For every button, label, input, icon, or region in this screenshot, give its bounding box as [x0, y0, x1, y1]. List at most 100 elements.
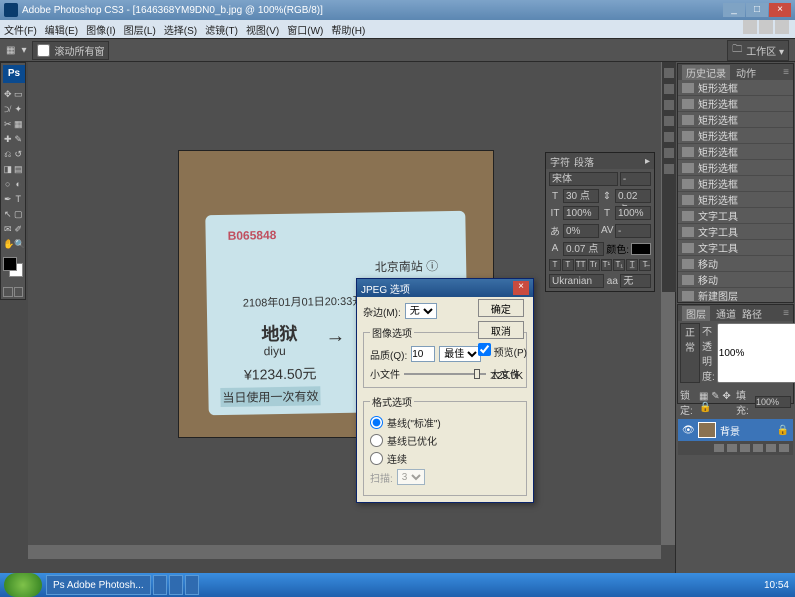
history-item[interactable]: 文字工具: [678, 224, 793, 240]
visibility-icon[interactable]: 👁: [682, 425, 694, 436]
tab-character[interactable]: 字符: [550, 154, 570, 169]
fg-color[interactable]: [3, 257, 17, 271]
type-tool[interactable]: T: [14, 192, 24, 206]
super-button[interactable]: T¹: [601, 259, 613, 271]
history-brush-tool[interactable]: ↺: [14, 147, 24, 161]
tool-preset-icon[interactable]: ▦: [6, 45, 15, 56]
system-tray[interactable]: 10:54: [758, 580, 795, 591]
font-style-field[interactable]: -: [620, 172, 651, 186]
eyedropper-tool[interactable]: ✐: [14, 222, 24, 236]
lasso-tool[interactable]: ⟉: [3, 102, 13, 116]
heal-tool[interactable]: ✚: [3, 132, 13, 146]
taskbar-item[interactable]: [185, 575, 199, 595]
doc-max-button[interactable]: [759, 20, 773, 34]
close-button[interactable]: ×: [769, 3, 791, 17]
pen-tool[interactable]: ✒: [3, 192, 13, 206]
dock-icon[interactable]: [664, 100, 674, 110]
lang-field[interactable]: Ukranian: [549, 274, 604, 288]
stamp-tool[interactable]: ⎌: [3, 147, 13, 161]
history-item[interactable]: 矩形选框: [678, 128, 793, 144]
history-item[interactable]: 矩形选框: [678, 80, 793, 96]
hand-tool[interactable]: ✋: [3, 237, 13, 251]
panel-menu-icon[interactable]: ≡: [783, 67, 789, 78]
dock-icon[interactable]: [664, 132, 674, 142]
progressive-radio[interactable]: [370, 452, 383, 465]
quality-slider[interactable]: [404, 373, 486, 375]
history-item[interactable]: 文字工具: [678, 240, 793, 256]
baseline-standard-radio[interactable]: [370, 416, 383, 429]
quality-preset-select[interactable]: 最佳: [439, 346, 481, 362]
menu-edit[interactable]: 编辑(E): [45, 22, 78, 37]
font-size-field[interactable]: 30 点: [563, 189, 599, 203]
text-color-swatch[interactable]: [631, 243, 651, 255]
layer-thumb[interactable]: [698, 422, 716, 438]
jpeg-options-dialog[interactable]: JPEG 选项× 确定 取消 预览(P) 杂边(M):无 图像选项 品质(Q):…: [356, 278, 534, 503]
history-item[interactable]: 移动: [678, 272, 793, 288]
dock-icon[interactable]: [664, 116, 674, 126]
history-item[interactable]: 矩形选框: [678, 192, 793, 208]
panel-menu-icon[interactable]: ▸: [645, 156, 650, 167]
quality-input[interactable]: [411, 346, 435, 362]
history-item[interactable]: 新建图层: [678, 288, 793, 303]
slider-thumb[interactable]: [474, 369, 480, 379]
baseline-shift-field[interactable]: 0.07 点: [563, 242, 604, 256]
menu-file[interactable]: 文件(F): [4, 22, 37, 37]
menu-view[interactable]: 视图(V): [246, 22, 279, 37]
strike-button[interactable]: T̶: [639, 259, 651, 271]
quick-mask[interactable]: [3, 287, 23, 297]
taskbar-item[interactable]: Ps Adobe Photosh...: [46, 575, 151, 595]
ok-button[interactable]: 确定: [478, 299, 524, 317]
menu-help[interactable]: 帮助(H): [331, 22, 365, 37]
color-swatch[interactable]: [3, 257, 23, 283]
go-bridge-icon[interactable]: 🗀: [732, 42, 742, 59]
menu-image[interactable]: 图像(I): [86, 22, 115, 37]
history-item[interactable]: 矩形选框: [678, 96, 793, 112]
brush-tool[interactable]: ✎: [14, 132, 24, 146]
trash-button[interactable]: [779, 444, 789, 452]
opacity-input[interactable]: [717, 323, 795, 383]
doc-close-button[interactable]: [775, 20, 789, 34]
matte-select[interactable]: 无: [405, 303, 437, 319]
tab-paragraph[interactable]: 段落: [574, 154, 594, 169]
history-item[interactable]: 矩形选框: [678, 112, 793, 128]
dialog-close-button[interactable]: ×: [513, 281, 529, 295]
doc-min-button[interactable]: [743, 20, 757, 34]
menu-select[interactable]: 选择(S): [164, 22, 197, 37]
dock-icon[interactable]: [664, 164, 674, 174]
dock-icon[interactable]: [664, 68, 674, 78]
workspace-switcher[interactable]: 🗀工作区 ▾: [727, 40, 789, 61]
tab-layers[interactable]: 图层: [682, 306, 710, 321]
menu-layer[interactable]: 图层(L): [124, 22, 156, 37]
dock-icon[interactable]: [664, 84, 674, 94]
marquee-tool[interactable]: ▭: [14, 87, 24, 101]
maximize-button[interactable]: □: [746, 3, 768, 17]
taskbar-item[interactable]: [153, 575, 167, 595]
tab-history[interactable]: 历史记录: [682, 65, 730, 80]
cancel-button[interactable]: 取消: [478, 321, 524, 339]
fill-input[interactable]: [755, 396, 791, 408]
antialias-field[interactable]: 无: [620, 274, 651, 288]
layer-item[interactable]: 👁背景🔒: [678, 419, 793, 441]
history-item[interactable]: 矩形选框: [678, 144, 793, 160]
mask-button[interactable]: [727, 444, 737, 452]
baseline-optimized-radio[interactable]: [370, 434, 383, 447]
sub-button[interactable]: T₁: [613, 259, 625, 271]
taskbar-item[interactable]: [169, 575, 183, 595]
path-tool[interactable]: ↖: [3, 207, 13, 221]
horizontal-scrollbar[interactable]: [28, 545, 661, 559]
option-scroll-all[interactable]: 滚动所有窗: [32, 41, 109, 60]
adjust-button[interactable]: [740, 444, 750, 452]
slice-tool[interactable]: ▦: [14, 117, 24, 131]
move-tool[interactable]: ✥: [3, 87, 13, 101]
minimize-button[interactable]: _: [723, 3, 745, 17]
font-family-field[interactable]: 宋体: [549, 172, 618, 186]
history-item[interactable]: 文字工具: [678, 208, 793, 224]
fx-button[interactable]: [714, 444, 724, 452]
smallcap-button[interactable]: Tr: [588, 259, 600, 271]
preview-checkbox[interactable]: 预览(P): [478, 343, 527, 359]
new-layer-button[interactable]: [766, 444, 776, 452]
shape-tool[interactable]: ▢: [14, 207, 24, 221]
bold-button[interactable]: T: [549, 259, 561, 271]
blur-tool[interactable]: ○: [3, 177, 13, 191]
tool-dropdown-icon[interactable]: ▾: [21, 45, 26, 56]
